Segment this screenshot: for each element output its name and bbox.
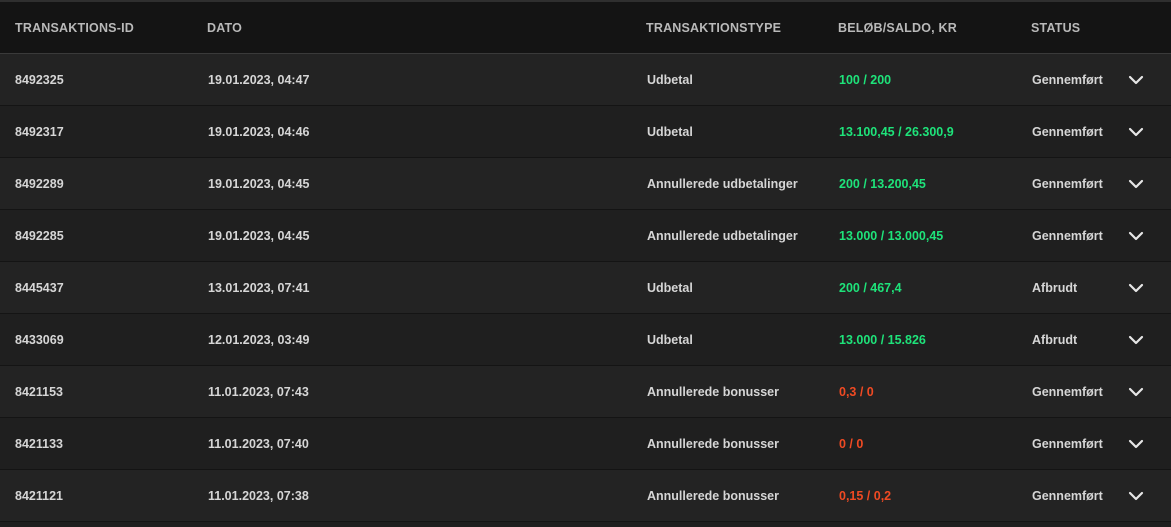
column-header-transaction-type[interactable]: TRANSAKTIONSTYPE [646,2,781,54]
table-row[interactable]: 8492289 19.01.2023, 04:45 Annullerede udbe… [0,158,1171,210]
chevron-down-icon[interactable] [1128,72,1144,88]
amount-balance: 13.100,45 / 26.300,9 [839,125,954,139]
transaction-id: 8492317 [15,125,64,139]
transactions-table: TRANSAKTIONS-ID DATO TRANSAKTIONSTYPE BE… [0,0,1171,527]
table-header: TRANSAKTIONS-ID DATO TRANSAKTIONSTYPE BE… [0,2,1171,54]
transaction-id: 8421133 [15,437,63,451]
chevron-down-icon[interactable] [1128,332,1144,348]
status-text: Afbrudt [1032,281,1078,295]
transaction-type: Annullerede bonusser [647,385,779,399]
transaction-date: 11.01.2023, 07:40 [208,437,309,451]
transaction-date: 11.01.2023, 07:43 [208,385,309,399]
table-row[interactable]: 8421121 11.01.2023, 07:38 Annullerede bonu… [0,470,1171,522]
transaction-type: Annullerede bonusser [647,489,779,503]
transaction-date: 19.01.2023, 04:45 [208,229,310,243]
table-row[interactable]: 8421133 11.01.2023, 07:40 Annullerede bonu… [0,418,1171,470]
transaction-type: Udbetal [647,125,693,139]
status-text: Gennemført [1032,385,1103,399]
table-row[interactable]: 8445437 13.01.2023, 07:41 Udbetal 200 / 467… [0,262,1171,314]
column-header-transaction-id[interactable]: TRANSAKTIONS-ID [15,2,134,54]
transaction-id: 8433069 [15,333,64,347]
transaction-id: 8421121 [15,489,63,503]
table-row[interactable]: 8492285 19.01.2023, 04:45 Annullerede udbe… [0,210,1171,262]
amount-balance: 0,3 / 0 [839,385,874,399]
amount-balance: 0,15 / 0,2 [839,489,892,503]
transaction-type: Annullerede bonusser [647,437,779,451]
transaction-type: Annullerede udbetalinger [647,229,798,243]
amount-balance: 200 / 13.200,45 [839,177,926,191]
status-text: Afbrudt [1032,333,1078,347]
transaction-type: Annullerede udbetalinger [647,177,798,191]
transaction-date: 19.01.2023, 04:46 [208,125,310,139]
transaction-type: Udbetal [647,281,693,295]
chevron-down-icon[interactable] [1128,228,1144,244]
transaction-type: Udbetal [647,73,693,87]
chevron-down-icon[interactable] [1128,176,1144,192]
chevron-down-icon[interactable] [1128,124,1144,140]
amount-balance: 13.000 / 15.826 [839,333,926,347]
table-row[interactable]: 8421153 11.01.2023, 07:43 Annullerede bonu… [0,366,1171,418]
status-text: Gennemført [1032,177,1103,191]
chevron-down-icon[interactable] [1128,488,1144,504]
transaction-id: 8492289 [15,177,64,191]
transaction-date: 13.01.2023, 07:41 [208,281,310,295]
table-body: 8492325 19.01.2023, 04:47 Udbetal 100 / 200… [0,54,1171,522]
transaction-date: 12.01.2023, 03:49 [208,333,310,347]
transaction-type: Udbetal [647,333,693,347]
column-header-status[interactable]: STATUS [1031,2,1080,54]
column-header-amount-balance[interactable]: BELØB/SALDO, KR [838,2,957,54]
status-text: Gennemført [1032,73,1103,87]
transaction-id: 8492325 [15,73,64,87]
chevron-down-icon[interactable] [1128,280,1144,296]
amount-balance: 200 / 467,4 [839,281,902,295]
status-text: Gennemført [1032,437,1103,451]
transaction-id: 8421153 [15,385,63,399]
transaction-date: 19.01.2023, 04:47 [208,73,310,87]
column-header-date[interactable]: DATO [207,2,242,54]
table-row[interactable]: 8433069 12.01.2023, 03:49 Udbetal 13.000 / … [0,314,1171,366]
transaction-id: 8445437 [15,281,64,295]
table-row[interactable]: 8492317 19.01.2023, 04:46 Udbetal 13.100,45… [0,106,1171,158]
status-text: Gennemført [1032,229,1103,243]
chevron-down-icon[interactable] [1128,384,1144,400]
chevron-down-icon[interactable] [1128,436,1144,452]
transaction-date: 11.01.2023, 07:38 [208,489,309,503]
status-text: Gennemført [1032,125,1103,139]
table-row[interactable]: 8492325 19.01.2023, 04:47 Udbetal 100 / 200… [0,54,1171,106]
amount-balance: 100 / 200 [839,73,892,87]
amount-balance: 0 / 0 [839,437,864,451]
status-text: Gennemført [1032,489,1103,503]
transaction-date: 19.01.2023, 04:45 [208,177,310,191]
transaction-id: 8492285 [15,229,64,243]
amount-balance: 13.000 / 13.000,45 [839,229,944,243]
